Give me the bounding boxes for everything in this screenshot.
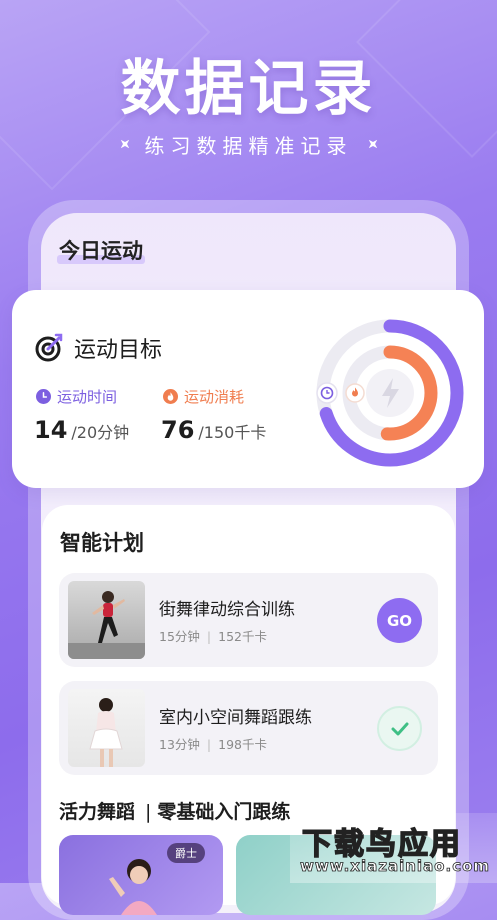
hero-title: 数据记录 — [120, 54, 377, 124]
calorie-value: 76/150千卡 — [161, 416, 266, 444]
today-title-text: 今日运动 — [59, 239, 143, 263]
time-value: 14/20分钟 — [34, 416, 129, 444]
time-label: 运动时间 — [57, 388, 118, 406]
dancer-image — [89, 698, 123, 767]
time-target: /20分钟 — [71, 423, 130, 442]
section-separator: | — [145, 801, 152, 823]
goal-title: 运动目标 — [74, 338, 163, 363]
time-current: 14 — [34, 416, 68, 444]
ring-clock-icon — [316, 382, 338, 404]
sparkle-icon — [116, 136, 133, 153]
progress-rings — [316, 319, 464, 467]
plan-title: 智能计划 — [60, 531, 144, 555]
hero-subtitle-row: 练习数据精准记录 — [0, 130, 497, 159]
go-button[interactable]: GO — [377, 598, 422, 643]
section-subtitle: 零基础入门跟练 — [157, 801, 291, 823]
plan-duration: 13分钟 — [159, 737, 200, 752]
sparkle-icon — [364, 136, 381, 153]
goal-header: 运动目标 — [34, 332, 162, 364]
plan-meta: 15分钟 | 152千卡 — [159, 626, 267, 645]
calorie-target: /150千卡 — [198, 423, 267, 442]
plan-meta: 13分钟 | 198千卡 — [159, 734, 267, 753]
ring-flame-icon — [345, 383, 365, 403]
plan-thumbnail — [68, 689, 145, 767]
exercise-goal-card[interactable]: 运动目标 运动时间 运动消耗 14/20分钟 76/150千卡 — [12, 290, 484, 488]
plan-duration: 15分钟 — [159, 629, 200, 644]
time-stat-label: 运动时间 — [36, 386, 117, 407]
plan-thumbnail — [68, 581, 145, 659]
target-icon — [35, 333, 63, 362]
plan-name: 室内小空间舞蹈跟练 — [159, 708, 312, 728]
plan-calories: 152千卡 — [218, 629, 267, 644]
calorie-label: 运动消耗 — [184, 388, 245, 406]
today-title: 今日运动 — [57, 235, 145, 265]
calorie-current: 76 — [161, 416, 195, 444]
clock-icon — [36, 389, 51, 404]
dance-section-header: 活力舞蹈 | 零基础入门跟练 — [59, 797, 290, 824]
plan-calories: 198千卡 — [218, 737, 267, 752]
plan-name: 街舞律动综合训练 — [159, 600, 295, 620]
course-cover[interactable]: 爵士 — [59, 835, 223, 915]
plan-item[interactable]: 室内小空间舞蹈跟练 13分钟 | 198千卡 — [59, 681, 438, 775]
flame-icon — [163, 389, 178, 404]
meta-separator: | — [206, 629, 212, 644]
watermark: 下载鸟应用 www.xiazainiao.com — [290, 813, 497, 883]
course-tag: 爵士 — [167, 843, 205, 863]
hero-subtitle: 练习数据精准记录 — [144, 134, 353, 158]
completed-check-button[interactable] — [377, 706, 422, 751]
calorie-stat-label: 运动消耗 — [163, 386, 244, 407]
dancer-image — [68, 591, 145, 659]
plan-item[interactable]: 街舞律动综合训练 15分钟 | 152千卡 GO — [59, 573, 438, 667]
meta-separator: | — [206, 737, 212, 752]
watermark-url: www.xiazainiao.com — [300, 857, 491, 876]
section-title: 活力舞蹈 — [59, 801, 136, 823]
check-icon — [391, 722, 408, 735]
